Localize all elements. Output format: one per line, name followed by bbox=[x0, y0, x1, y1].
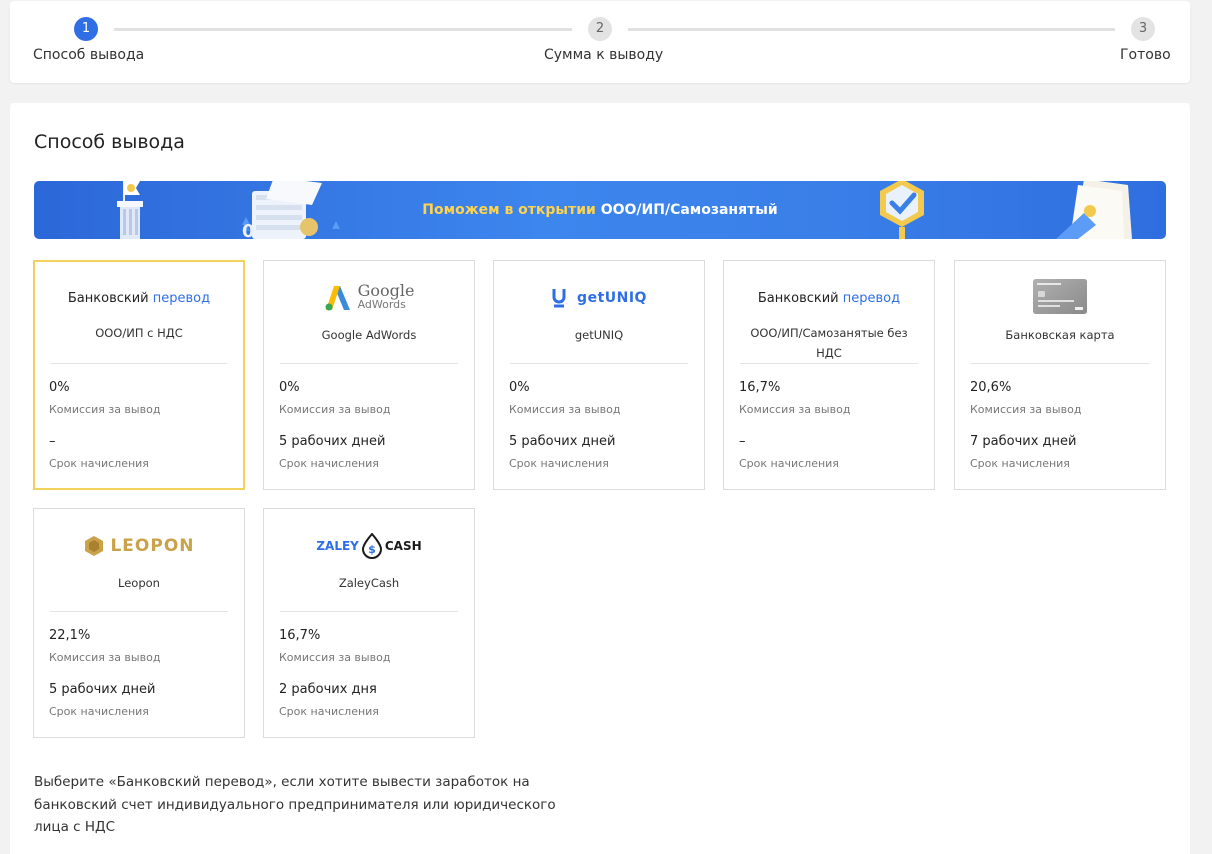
bank-transfer-logo-text: Банковский bbox=[757, 290, 839, 306]
term-label: Срок начисления bbox=[739, 457, 839, 470]
zaleycash-logo-text-2: CASH bbox=[384, 539, 422, 553]
method-card-zaleycash[interactable]: ZALEY $ CASH ZaleyCash 16,7% Комиссия за… bbox=[263, 508, 475, 738]
commission-label: Комиссия за вывод bbox=[49, 403, 161, 416]
zaleycash-drop-icon: $ bbox=[361, 533, 382, 559]
commission-value: 0% bbox=[509, 380, 530, 395]
term-label: Срок начисления bbox=[49, 705, 149, 718]
term-value: – bbox=[739, 434, 746, 449]
card-title: ZaleyCash bbox=[338, 576, 400, 590]
svg-text:0: 0 bbox=[242, 221, 255, 239]
svg-text:$: $ bbox=[368, 543, 376, 556]
bank-transfer-logo-accent: перевод bbox=[152, 290, 211, 306]
commission-label: Комиссия за вывод bbox=[739, 403, 851, 416]
step-3-label: Готово bbox=[1120, 47, 1171, 63]
promo-banner-rest: ООО/ИП/Самозанятый bbox=[595, 202, 778, 218]
commission-value: 0% bbox=[49, 380, 70, 395]
term-value: 7 рабочих дней bbox=[970, 434, 1077, 449]
commission-label: Комиссия за вывод bbox=[49, 651, 161, 664]
term-value: 2 рабочих дня bbox=[279, 682, 377, 697]
card-title: Leopon bbox=[118, 576, 160, 590]
card-divider bbox=[51, 363, 227, 364]
step-2-label: Сумма к выводу bbox=[544, 47, 664, 63]
term-label: Срок начисления bbox=[49, 457, 149, 470]
step-1-label: Способ вывода bbox=[33, 47, 145, 63]
term-value: – bbox=[49, 434, 56, 449]
method-card-getuniq[interactable]: getUNIQ getUNIQ 0% Комиссия за вывод 5 р… bbox=[493, 260, 705, 490]
promo-banner-highlight: Поможем в открытии bbox=[422, 202, 596, 218]
term-label: Срок начисления bbox=[279, 705, 379, 718]
commission-value: 22,1% bbox=[49, 628, 91, 643]
getuniq-icon bbox=[552, 289, 566, 308]
card-title: Google AdWords bbox=[321, 328, 417, 342]
card-divider bbox=[740, 363, 918, 364]
promo-banner-text: Поможем в открытии ООО/ИП/Самозанятый bbox=[34, 202, 1166, 218]
step-connector bbox=[114, 28, 572, 31]
bank-transfer-logo: Банковский перевод bbox=[724, 281, 934, 315]
commission-value: 0% bbox=[279, 380, 300, 395]
leopon-logo-text: LEOPON bbox=[110, 536, 195, 556]
method-card-google-adwords[interactable]: Google AdWords Google AdWords 0% Комисси… bbox=[263, 260, 475, 490]
step-2-indicator: 2 bbox=[588, 17, 612, 41]
commission-label: Комиссия за вывод bbox=[509, 403, 621, 416]
card-divider bbox=[510, 363, 688, 364]
bank-card-icon bbox=[1033, 278, 1087, 314]
bank-transfer-logo-accent: перевод bbox=[842, 290, 901, 306]
commission-value: 16,7% bbox=[739, 380, 781, 395]
card-divider bbox=[971, 363, 1149, 364]
zaleycash-logo-text-1: ZALEY bbox=[316, 539, 359, 553]
term-value: 5 рабочих дней bbox=[279, 434, 386, 449]
progress-stepper: 1 Способ вывода 2 Сумма к выводу 3 Готов… bbox=[10, 1, 1190, 83]
adwords-logo-text: AdWords bbox=[357, 298, 406, 311]
commission-label: Комиссия за вывод bbox=[279, 651, 391, 664]
adwords-icon bbox=[325, 286, 350, 311]
zaleycash-logo: ZALEY $ CASH bbox=[264, 529, 474, 563]
commission-label: Комиссия за вывод bbox=[279, 403, 391, 416]
card-title: Банковская карта bbox=[1005, 328, 1115, 342]
card-title: getUNIQ bbox=[574, 328, 624, 342]
bank-transfer-logo-text: Банковский bbox=[67, 290, 149, 306]
getuniq-logo: getUNIQ bbox=[494, 281, 704, 315]
term-label: Срок начисления bbox=[970, 457, 1070, 470]
method-hint-text: Выберите «Банковский перевод», если хоти… bbox=[34, 774, 556, 835]
page-title: Способ вывода bbox=[34, 131, 185, 153]
term-label: Срок начисления bbox=[509, 457, 609, 470]
term-label: Срок начисления bbox=[279, 457, 379, 470]
card-divider bbox=[280, 363, 458, 364]
step-connector bbox=[628, 28, 1115, 31]
method-card-bank-card[interactable]: Банковская карта 20,6% Комиссия за вывод… bbox=[954, 260, 1166, 490]
card-title: ООО/ИП с НДС bbox=[95, 326, 183, 340]
card-divider bbox=[50, 611, 228, 612]
step-1-indicator: 1 bbox=[74, 17, 98, 41]
method-card-leopon[interactable]: LEOPON Leopon 22,1% Комиссия за вывод 5 … bbox=[33, 508, 245, 738]
google-adwords-logo: Google AdWords bbox=[264, 281, 474, 315]
method-card-bank-transfer-vat[interactable]: Банковский перевод ООО/ИП с НДС 0% Комис… bbox=[33, 260, 245, 490]
leopon-icon bbox=[85, 536, 104, 556]
method-card-bank-transfer-no-vat[interactable]: Банковский перевод ООО/ИП/Самозанятые бе… bbox=[723, 260, 935, 490]
commission-value: 20,6% bbox=[970, 380, 1012, 395]
card-divider bbox=[280, 611, 458, 612]
leopon-logo: LEOPON bbox=[34, 529, 244, 563]
promo-banner[interactable]: 0 Поможем в открытии ООО/ИП/Самозанятый bbox=[34, 181, 1166, 239]
google-logo-text: Google bbox=[357, 281, 415, 300]
getuniq-logo-text: getUNIQ bbox=[577, 290, 647, 306]
term-value: 5 рабочих дней bbox=[49, 682, 156, 697]
commission-label: Комиссия за вывод bbox=[970, 403, 1082, 416]
bank-card-logo bbox=[955, 278, 1165, 314]
commission-value: 16,7% bbox=[279, 628, 321, 643]
card-title: ООО/ИП/Самозанятые без НДС bbox=[750, 326, 908, 360]
step-3-indicator: 3 bbox=[1131, 17, 1155, 41]
bank-transfer-logo: Банковский перевод bbox=[35, 281, 243, 315]
withdrawal-method-panel: Способ вывода 0 Поможем в открытии ООО/И… bbox=[10, 103, 1190, 854]
term-value: 5 рабочих дней bbox=[509, 434, 616, 449]
